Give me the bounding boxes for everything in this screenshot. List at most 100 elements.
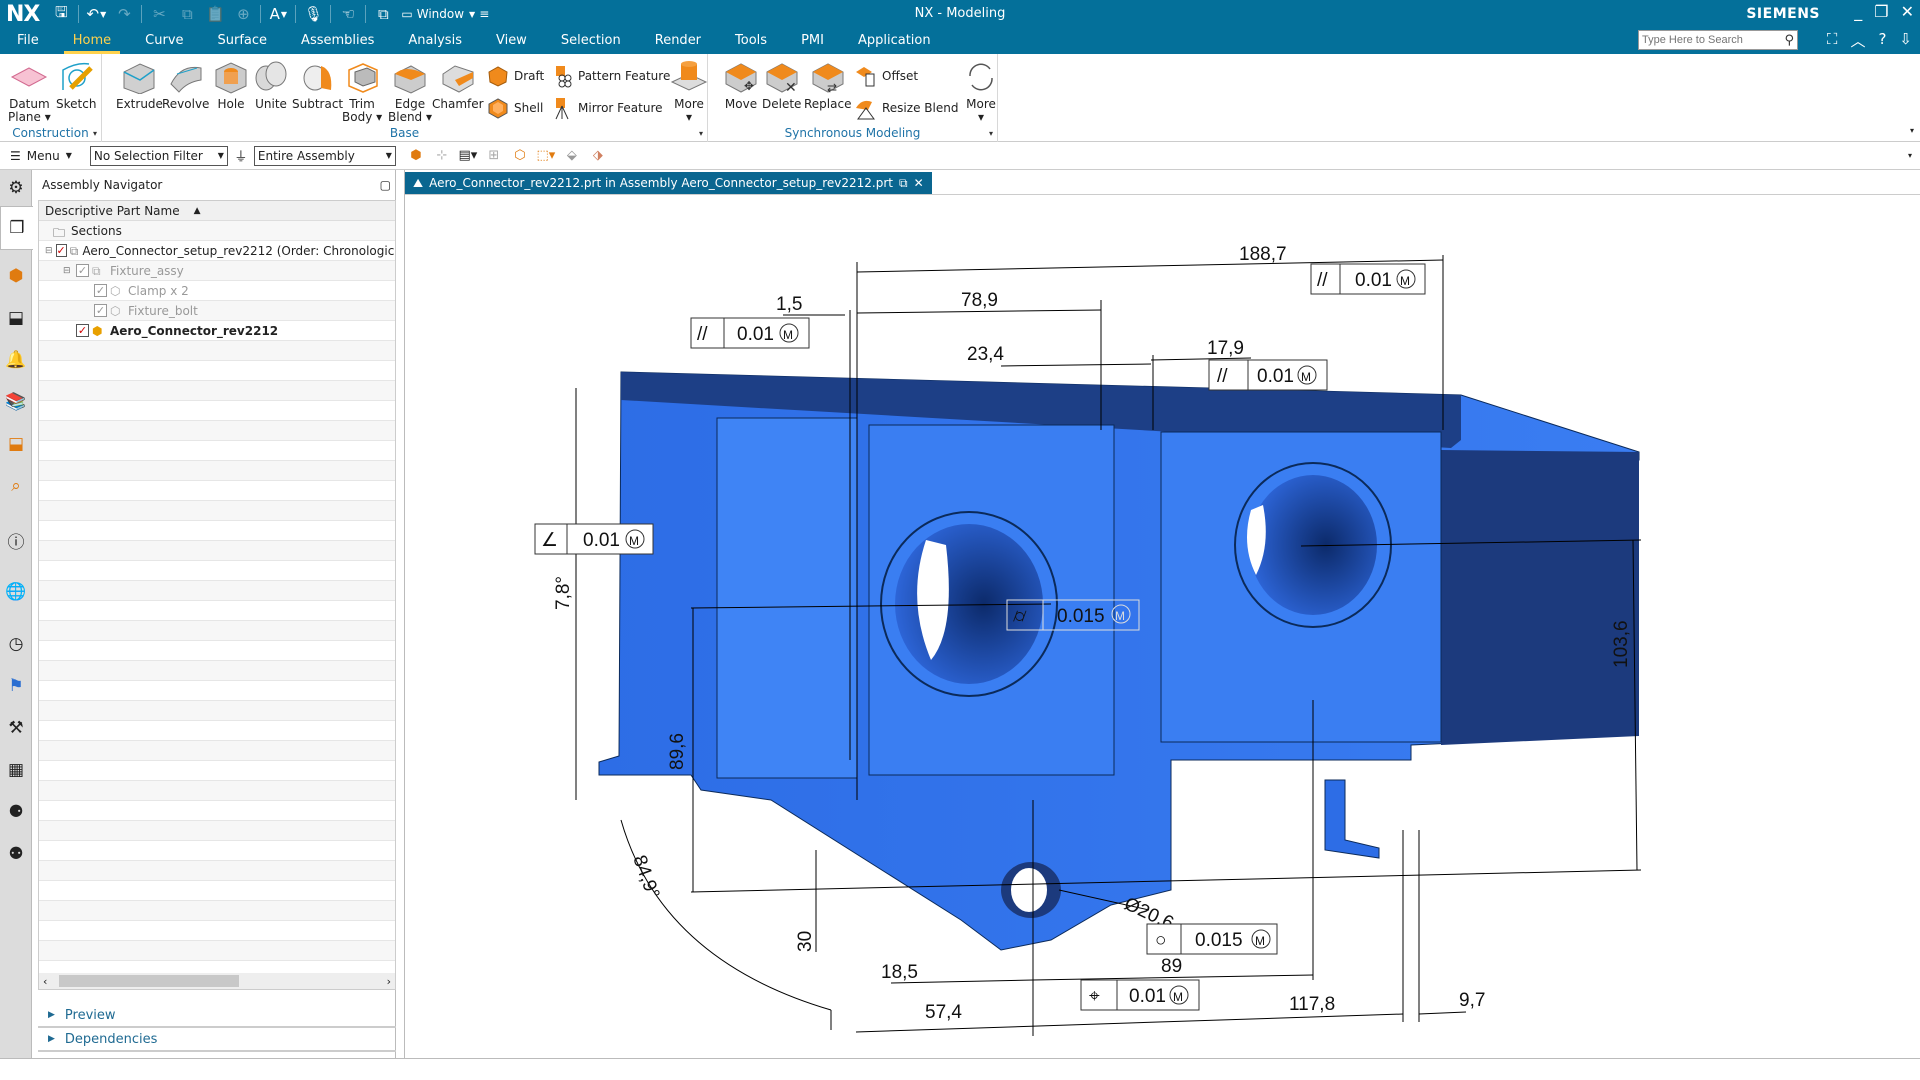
tab-selection[interactable]: Selection bbox=[544, 30, 638, 54]
dim-103-6[interactable]: 103,6 bbox=[1611, 620, 1632, 668]
edge-blend-button[interactable]: Edge Blend ▾ bbox=[388, 60, 432, 124]
tab-file[interactable]: File bbox=[0, 30, 56, 54]
fcf-parallelism-top[interactable]: // 0.01 M bbox=[1310, 263, 1426, 295]
notification-bell-icon[interactable]: 🔔 bbox=[2, 346, 30, 374]
reuse-library-icon[interactable]: 📚 bbox=[2, 388, 30, 416]
web-browser-info-icon[interactable]: ⓘ bbox=[2, 526, 30, 554]
section-view-icon[interactable]: ⬗ bbox=[588, 146, 608, 166]
offset-face-button[interactable]: Offset bbox=[854, 64, 918, 88]
more-sync-button[interactable]: More ▾ bbox=[962, 60, 1000, 124]
settings-gear-icon[interactable]: ⚙ bbox=[2, 174, 30, 202]
menu-button[interactable]: ☰ Menu ▼ bbox=[0, 149, 82, 163]
close-button[interactable]: ✕ bbox=[1901, 2, 1914, 21]
visibility-checkbox[interactable]: ✓ bbox=[55, 244, 67, 257]
visual-materials-icon[interactable]: ⚉ bbox=[2, 840, 30, 868]
process-studio-icon[interactable]: ⚑ bbox=[2, 672, 30, 700]
fcf-parallelism-mid[interactable]: // 0.01 M bbox=[1208, 359, 1328, 391]
dim-1-5[interactable]: 1,5 bbox=[776, 294, 802, 315]
dim-84-9-deg[interactable]: 84,9° bbox=[628, 853, 663, 902]
selection-scope-dropdown[interactable]: Entire Assembly ▼ bbox=[253, 145, 396, 166]
scroll-left-icon[interactable]: ‹ bbox=[43, 975, 47, 988]
subtract-button[interactable]: Subtract bbox=[292, 60, 343, 111]
part-navigator-icon[interactable]: ⬓ bbox=[2, 304, 30, 332]
tab-tools[interactable]: Tools bbox=[718, 30, 784, 54]
fcf-circularity[interactable]: ○ 0.015 M bbox=[1146, 923, 1278, 955]
command-search[interactable]: ⚲ bbox=[1638, 30, 1798, 50]
shell-button[interactable]: Shell bbox=[486, 96, 543, 120]
sketch-button[interactable]: Sketch bbox=[56, 60, 96, 111]
dependencies-panel-toggle[interactable]: ▶ Dependencies bbox=[38, 1028, 396, 1052]
show-hide-icon[interactable]: ⬙ bbox=[562, 146, 582, 166]
help-icon[interactable]: ? bbox=[1878, 30, 1886, 51]
scroll-right-icon[interactable]: › bbox=[387, 975, 391, 988]
visibility-checkbox[interactable]: ✓ bbox=[94, 304, 107, 317]
maximize-panel-icon[interactable]: ▢ bbox=[380, 178, 391, 192]
tab-home[interactable]: Home bbox=[56, 30, 128, 54]
dim-89-6[interactable]: 89,6 bbox=[667, 733, 688, 770]
ribbon-options-icon[interactable]: ▾ bbox=[1910, 126, 1914, 135]
cloud-download-icon[interactable]: ⇩ bbox=[1899, 30, 1912, 51]
unite-button[interactable]: Unite bbox=[252, 60, 290, 111]
dim-57-4[interactable]: 57,4 bbox=[925, 1002, 962, 1023]
visibility-checkbox[interactable]: ✓ bbox=[94, 284, 107, 297]
graphics-window[interactable]: ⛰ Aero_Connector_rev2212.prt in Assembly… bbox=[404, 170, 1920, 1060]
visibility-checkbox[interactable]: ✓ bbox=[76, 324, 89, 337]
dim-78-9[interactable]: 78,9 bbox=[961, 290, 998, 311]
tree-row-sections[interactable]: 🗀 Sections bbox=[39, 221, 395, 241]
search-input[interactable] bbox=[1642, 34, 1772, 46]
move-face-button[interactable]: ✥ Move bbox=[722, 60, 760, 111]
dim-23-4[interactable]: 23,4 bbox=[967, 344, 1004, 365]
minimize-button[interactable]: _ bbox=[1854, 2, 1862, 21]
fcf-angularity[interactable]: ∠ 0.01 M bbox=[534, 523, 654, 555]
datum-plane-button[interactable]: Datum Plane ▾ bbox=[8, 60, 51, 124]
chamfer-button[interactable]: Chamfer bbox=[432, 60, 484, 111]
history-clock-icon[interactable]: ◷ bbox=[2, 630, 30, 658]
selection-filter-dropdown[interactable]: No Selection Filter ▼ bbox=[89, 145, 228, 166]
select-face-icon[interactable]: ⬚▾ bbox=[536, 146, 556, 166]
tree-row-fixture-bolt[interactable]: ✓ ⬡ Fixture_bolt bbox=[39, 301, 395, 321]
dim-30[interactable]: 30 bbox=[795, 931, 816, 952]
more-base-button[interactable]: More ▾ bbox=[670, 60, 708, 124]
hd3d-tools-icon[interactable]: ⌕ bbox=[2, 472, 30, 500]
group-menu-icon[interactable]: ▾ bbox=[989, 129, 993, 138]
extrude-button[interactable]: Extrude bbox=[116, 60, 163, 111]
trim-body-button[interactable]: Trim Body ▾ bbox=[342, 60, 382, 124]
full-screen-icon[interactable]: ⛶ bbox=[1827, 30, 1838, 51]
tab-curve[interactable]: Curve bbox=[128, 30, 200, 54]
select-body-icon[interactable]: ⬡ bbox=[510, 146, 530, 166]
web-browser-icon[interactable]: 🌐 bbox=[2, 578, 30, 606]
snap-point-icon[interactable]: ⊹ bbox=[432, 146, 452, 166]
dim-117-8[interactable]: 117,8 bbox=[1289, 994, 1335, 1015]
search-icon[interactable]: ⚲ bbox=[1784, 33, 1794, 48]
column-header-descriptive-part-name[interactable]: Descriptive Part Name ▲ bbox=[39, 201, 395, 221]
hole-button[interactable]: Hole bbox=[212, 60, 250, 111]
pmi-navigator-icon[interactable]: ⬓ bbox=[2, 430, 30, 458]
restore-button[interactable]: ❐ bbox=[1874, 2, 1888, 21]
pattern-feature-button[interactable]: Pattern Feature bbox=[550, 64, 670, 88]
roles-tools-icon[interactable]: ⚒ bbox=[2, 714, 30, 742]
draft-button[interactable]: Draft bbox=[486, 64, 544, 88]
part-body[interactable] bbox=[598, 371, 1640, 951]
reset-filter-icon[interactable]: ⏚ bbox=[231, 146, 251, 166]
dim-89[interactable]: 89 bbox=[1161, 956, 1182, 977]
filter-options-icon[interactable]: ▤▾ bbox=[458, 146, 478, 166]
fcf-parallelism-left[interactable]: // 0.01 M bbox=[690, 317, 810, 349]
tab-application[interactable]: Application bbox=[841, 30, 948, 54]
system-materials-icon[interactable]: ⚈ bbox=[2, 798, 30, 826]
collapse-icon[interactable]: ⊟ bbox=[63, 266, 73, 276]
resize-blend-button[interactable]: Resize Blend bbox=[854, 96, 958, 120]
system-scenes-icon[interactable]: ▦ bbox=[2, 756, 30, 784]
constraint-navigator-icon[interactable]: ⬢ bbox=[2, 262, 30, 290]
tab-surface[interactable]: Surface bbox=[201, 30, 285, 54]
tab-view[interactable]: View bbox=[479, 30, 544, 54]
dim-9-7[interactable]: 9,7 bbox=[1459, 990, 1485, 1011]
scrollbar-thumb[interactable] bbox=[59, 975, 239, 987]
replace-face-button[interactable]: ⇄ Replace bbox=[804, 60, 851, 111]
tree-row-aero-connector[interactable]: ✓ ⬢ Aero_Connector_rev2212 bbox=[39, 321, 395, 341]
delete-face-button[interactable]: ✕ Delete bbox=[762, 60, 801, 111]
visibility-checkbox[interactable]: ✓ bbox=[76, 264, 89, 277]
group-menu-icon[interactable]: ▾ bbox=[699, 129, 703, 138]
collapse-icon[interactable]: ⊟ bbox=[45, 246, 53, 256]
snap-center-icon[interactable]: ⊞ bbox=[484, 146, 504, 166]
dim-188-7[interactable]: 188,7 bbox=[1239, 244, 1287, 265]
